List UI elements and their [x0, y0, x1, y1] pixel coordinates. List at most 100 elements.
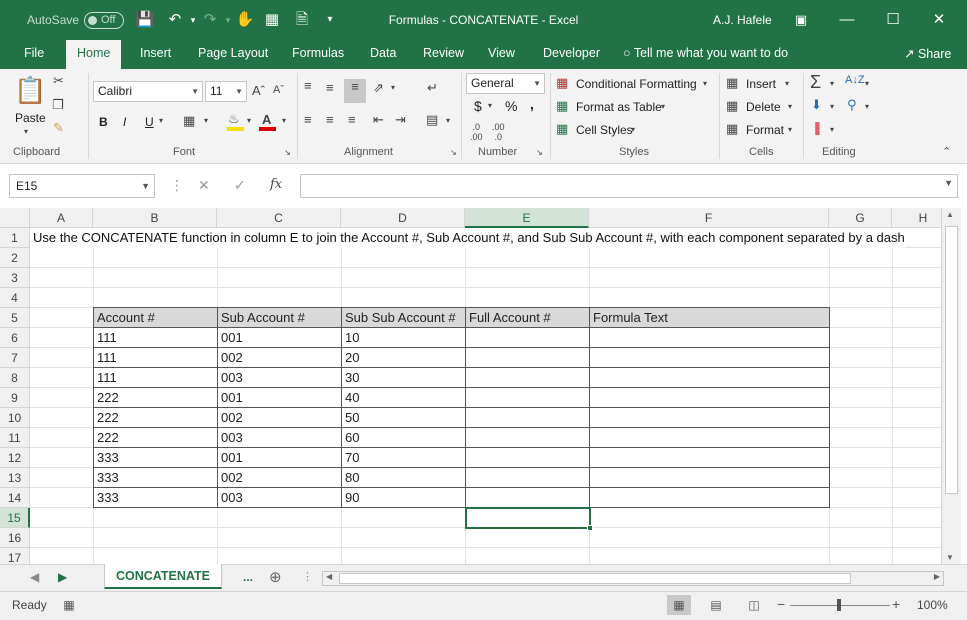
- table-cell[interactable]: 10: [341, 327, 466, 348]
- row-header[interactable]: 6: [0, 328, 30, 348]
- paste-icon[interactable]: 📋: [14, 75, 46, 109]
- table-cell[interactable]: 70: [341, 447, 466, 468]
- table-cell[interactable]: 333: [93, 467, 218, 488]
- table-cell[interactable]: 333: [93, 487, 218, 508]
- wrap-text-icon[interactable]: ↵: [427, 80, 438, 96]
- chevron-down-icon[interactable]: ▾: [703, 79, 707, 88]
- table-cell[interactable]: 001: [217, 447, 342, 468]
- table-header-cell[interactable]: Sub Account #: [217, 307, 342, 328]
- horizontal-scrollbar[interactable]: ◀ ▶: [322, 571, 944, 586]
- table-cell[interactable]: [465, 387, 590, 408]
- format-as-table-button[interactable]: Format as Table: [576, 100, 662, 114]
- tell-me-search[interactable]: ○ Tell me what you want to do: [623, 46, 788, 60]
- align-top-icon[interactable]: ≡: [304, 78, 312, 93]
- row-header[interactable]: 9: [0, 388, 30, 408]
- column-header-f[interactable]: F: [589, 208, 829, 228]
- row-header[interactable]: 16: [0, 528, 30, 548]
- table-header-cell[interactable]: Account #: [93, 307, 218, 328]
- chevron-down-icon[interactable]: ▾: [788, 125, 792, 134]
- add-sheet-icon[interactable]: ⊕: [269, 568, 282, 586]
- align-left-icon[interactable]: ≡: [304, 112, 312, 127]
- table-cell[interactable]: 001: [217, 387, 342, 408]
- tab-file[interactable]: File: [13, 40, 55, 69]
- table-cell[interactable]: [589, 347, 830, 368]
- column-header-b[interactable]: B: [93, 208, 217, 228]
- conditional-formatting-button[interactable]: Conditional Formatting: [576, 77, 697, 91]
- enter-icon[interactable]: ✓: [234, 177, 246, 194]
- table-cell[interactable]: [465, 487, 590, 508]
- alignment-launcher-icon[interactable]: ↘: [450, 148, 457, 157]
- user-name[interactable]: A.J. Hafele: [713, 13, 772, 27]
- table-cell[interactable]: 222: [93, 387, 218, 408]
- font-launcher-icon[interactable]: ↘: [284, 148, 291, 157]
- table-cell[interactable]: [589, 467, 830, 488]
- zoom-in-icon[interactable]: +: [892, 596, 900, 612]
- table-cell[interactable]: 40: [341, 387, 466, 408]
- increase-decimal-icon[interactable]: .0.00: [470, 122, 483, 142]
- drag-handle-icon[interactable]: ⋮: [170, 177, 184, 194]
- table-cell[interactable]: 003: [217, 367, 342, 388]
- table-cell[interactable]: 333: [93, 447, 218, 468]
- fill-dropdown-icon[interactable]: ▾: [247, 116, 251, 125]
- table-cell[interactable]: [589, 327, 830, 348]
- row-header[interactable]: 4: [0, 288, 30, 308]
- row-header[interactable]: 13: [0, 468, 30, 488]
- table-cell[interactable]: 90: [341, 487, 466, 508]
- font-name-select[interactable]: Calibri ▼: [93, 81, 203, 102]
- table-cell[interactable]: 001: [217, 327, 342, 348]
- find-select-icon[interactable]: ⚲: [847, 97, 857, 113]
- table-cell[interactable]: 111: [93, 367, 218, 388]
- table-cell[interactable]: 222: [93, 407, 218, 428]
- delete-cells-button[interactable]: Delete: [746, 100, 781, 114]
- merge-center-icon[interactable]: ▤: [426, 112, 438, 128]
- table-cell[interactable]: [589, 427, 830, 448]
- worksheet-grid[interactable]: A B C D E F G H 1 2 3 4 5 6 7 8 9 10 11 …: [0, 208, 941, 564]
- collapse-ribbon-icon[interactable]: ⌃: [942, 145, 951, 158]
- column-header-c[interactable]: C: [217, 208, 341, 228]
- autosum-dropdown-icon[interactable]: ▾: [830, 79, 834, 88]
- ribbon-display-icon[interactable]: ▣: [790, 9, 812, 31]
- row-header[interactable]: 14: [0, 488, 30, 508]
- underline-dropdown-icon[interactable]: ▾: [159, 116, 163, 125]
- cut-icon[interactable]: ✂: [53, 73, 64, 89]
- row-header[interactable]: 5: [0, 308, 30, 328]
- sheet-tab-concatenate[interactable]: CONCATENATE: [104, 564, 222, 589]
- autosum-icon[interactable]: Σ: [810, 72, 821, 93]
- previous-sheet-icon[interactable]: ◀: [30, 570, 39, 584]
- table-cell[interactable]: [465, 447, 590, 468]
- table-cell[interactable]: [589, 487, 830, 508]
- bold-button[interactable]: B: [99, 115, 108, 129]
- fill-icon[interactable]: ⬇: [811, 97, 822, 113]
- table-cell[interactable]: 002: [217, 467, 342, 488]
- row-header[interactable]: 11: [0, 428, 30, 448]
- table-cell[interactable]: [465, 467, 590, 488]
- clear-icon[interactable]: ❚: [812, 120, 823, 136]
- decrease-decimal-icon[interactable]: .00.0: [492, 122, 505, 142]
- table-cell[interactable]: [465, 367, 590, 388]
- fill-dropdown-icon[interactable]: ▾: [830, 102, 834, 111]
- cell-styles-button[interactable]: Cell Styles: [576, 123, 633, 137]
- row-header[interactable]: 1: [0, 228, 30, 248]
- share-button[interactable]: ↗ Share: [904, 46, 951, 61]
- sort-filter-dropdown-icon[interactable]: ▾: [865, 79, 869, 88]
- italic-button[interactable]: I: [123, 115, 126, 129]
- increase-indent-icon[interactable]: ⇥: [395, 112, 406, 128]
- tab-developer[interactable]: Developer: [532, 40, 611, 69]
- tab-data[interactable]: Data: [359, 40, 407, 69]
- scroll-right-icon[interactable]: ▶: [934, 572, 940, 581]
- scroll-up-icon[interactable]: ▲: [946, 210, 954, 219]
- more-sheets-button[interactable]: ...: [243, 570, 253, 584]
- table-cell[interactable]: 111: [93, 327, 218, 348]
- increase-font-icon[interactable]: Aˆ: [252, 83, 265, 98]
- table-cell[interactable]: 111: [93, 347, 218, 368]
- minimize-icon[interactable]: —: [836, 9, 858, 31]
- align-center-icon[interactable]: ≡: [326, 112, 334, 127]
- cancel-icon[interactable]: ✕: [198, 177, 210, 194]
- table-cell[interactable]: [589, 387, 830, 408]
- table-header-cell[interactable]: Full Account #: [465, 307, 590, 328]
- table-cell[interactable]: 003: [217, 487, 342, 508]
- table-cell[interactable]: [465, 327, 590, 348]
- sort-filter-icon[interactable]: A↓Z: [845, 74, 865, 86]
- paste-label[interactable]: Paste: [15, 111, 46, 125]
- column-header-a[interactable]: A: [30, 208, 93, 228]
